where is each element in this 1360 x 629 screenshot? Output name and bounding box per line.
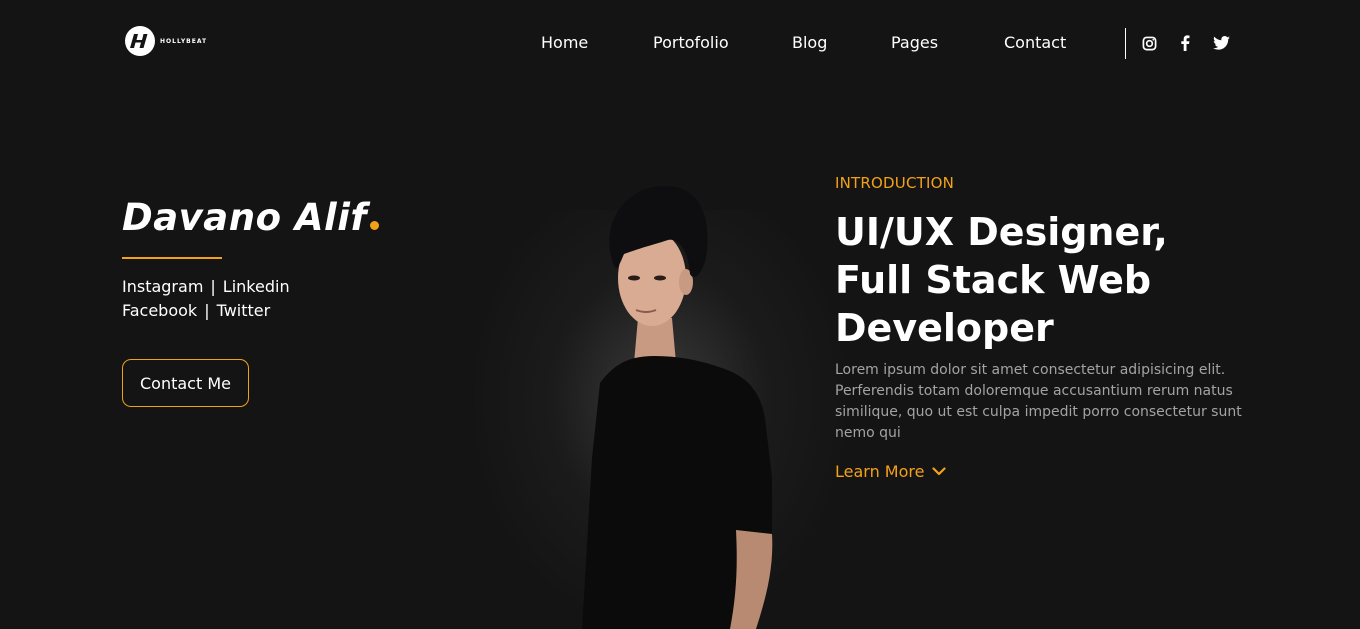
link-separator: | xyxy=(204,301,210,320)
hero-name-text: Davano Alif xyxy=(122,196,368,239)
link-facebook[interactable]: Facebook xyxy=(122,301,197,320)
chevron-down-icon xyxy=(932,467,947,476)
link-instagram[interactable]: Instagram xyxy=(122,277,203,296)
page: HOLLYBEAT Home Portofolio Blog Pages Con… xyxy=(0,0,1360,629)
nav-divider xyxy=(1125,28,1126,59)
portrait-image xyxy=(582,185,773,629)
link-separator: | xyxy=(210,277,216,296)
contact-me-button[interactable]: Contact Me xyxy=(122,359,249,407)
social-links-row-1: Instagram | Linkedin xyxy=(122,277,290,296)
nav-item-portofolio[interactable]: Portofolio xyxy=(653,33,729,52)
learn-more-label: Learn More xyxy=(835,462,925,481)
link-twitter[interactable]: Twitter xyxy=(217,301,271,320)
hero-description: Lorem ipsum dolor sit amet consectetur a… xyxy=(835,362,1242,441)
twitter-icon[interactable] xyxy=(1212,34,1230,52)
facebook-icon[interactable] xyxy=(1176,34,1194,52)
instagram-icon[interactable] xyxy=(1140,34,1158,52)
hero-name: Davano Alif xyxy=(122,196,380,239)
social-links-row-2: Facebook | Twitter xyxy=(122,301,270,320)
nav-item-pages[interactable]: Pages xyxy=(891,33,938,52)
nav-item-home[interactable]: Home xyxy=(541,33,588,52)
intro-label: INTRODUCTION xyxy=(835,174,955,192)
hero-headline: UI/UX Designer, Full Stack Web Developer xyxy=(835,210,1168,350)
nav-item-contact[interactable]: Contact xyxy=(1004,33,1066,52)
link-linkedin[interactable]: Linkedin xyxy=(223,277,290,296)
name-underline xyxy=(122,257,222,259)
brand-logo[interactable]: HOLLYBEAT xyxy=(125,26,207,56)
logo-mark-icon xyxy=(125,26,155,56)
name-dot xyxy=(370,221,380,230)
nav-item-blog[interactable]: Blog xyxy=(792,33,827,52)
logo-text: HOLLYBEAT xyxy=(160,37,208,45)
learn-more-link[interactable]: Learn More xyxy=(835,462,947,481)
